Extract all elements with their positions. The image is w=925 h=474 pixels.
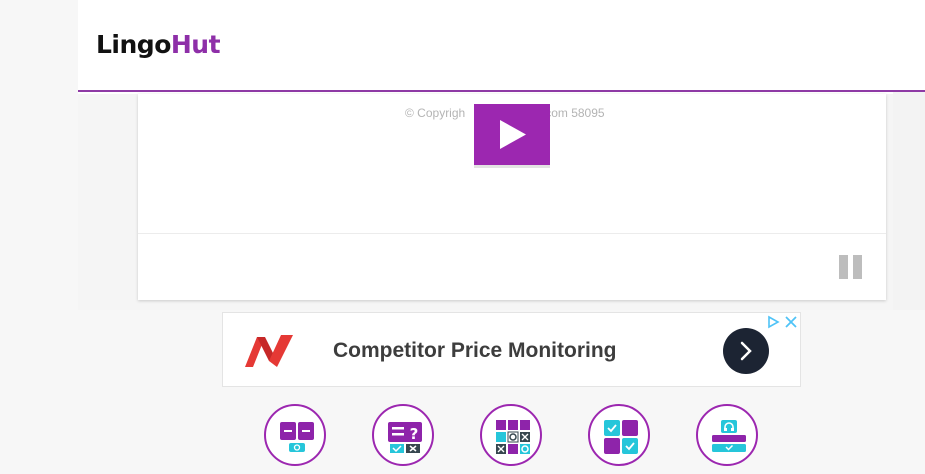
ad-banner[interactable]: Competitor Price Monitoring (222, 312, 801, 387)
game-tictactoe-button[interactable] (480, 404, 542, 466)
lingohut-logo[interactable]: LingoHut (96, 30, 221, 59)
pause-icon-bar (853, 255, 862, 279)
tic-tac-toe-game-icon (496, 420, 530, 454)
play-icon (500, 120, 526, 149)
left-gutter (0, 0, 78, 310)
play-button[interactable] (474, 104, 550, 165)
brand-logo-icon (245, 335, 293, 367)
listening-game-icon (712, 420, 746, 452)
flashcards-game-icon (280, 422, 314, 452)
logo-hut: Hut (170, 30, 221, 59)
next-card-edge (893, 92, 925, 310)
game-flashcards-button[interactable] (264, 404, 326, 466)
game-memory-button[interactable] (588, 404, 650, 466)
ad-open-button[interactable] (723, 328, 769, 374)
copyright-right: com 58095 (545, 106, 605, 120)
chevron-right-icon (740, 341, 752, 361)
ad-choices-icon[interactable] (766, 315, 780, 329)
copyright-left: © Copyrigh (405, 106, 466, 120)
pause-button[interactable] (839, 255, 863, 279)
site-header: LingoHut (78, 0, 925, 92)
game-listening-button[interactable] (696, 404, 758, 466)
quiz-game-icon: ? (388, 422, 422, 453)
close-icon[interactable] (784, 315, 798, 329)
pause-icon (839, 255, 848, 279)
card-divider (138, 233, 886, 234)
svg-text:?: ? (410, 425, 419, 443)
ad-headline[interactable]: Competitor Price Monitoring (333, 339, 617, 363)
memory-game-icon (604, 420, 638, 454)
logo-lingo: Lingo (96, 30, 171, 59)
game-quiz-button[interactable]: ? (372, 404, 434, 466)
